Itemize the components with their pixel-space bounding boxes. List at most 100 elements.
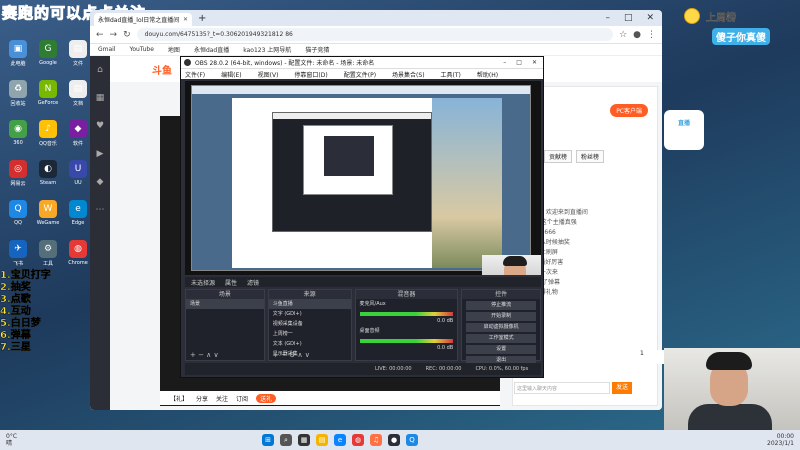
rank-tab[interactable]: 贡献榜	[544, 150, 573, 163]
star-icon[interactable]: ☆	[619, 30, 627, 40]
taskbar-app-icon[interactable]: ⊞	[262, 434, 274, 446]
obs-status-item: CPU: 0.0%, 60.00 fps	[475, 366, 529, 372]
browser-tab[interactable]: 永恒dad直播_lol日常之直播间 ✕	[94, 13, 192, 26]
close-icon[interactable]: ✕	[646, 13, 654, 23]
obs-menu-item[interactable]: 视图(V)	[258, 70, 279, 79]
site-logo[interactable]: 斗鱼	[152, 62, 172, 77]
desktop-icon[interactable]: ♻ 回收站	[4, 80, 32, 112]
obs-menu-item[interactable]: 工具(T)	[441, 70, 461, 79]
weather-widget[interactable]: 0°C 晴	[6, 433, 17, 447]
reload-icon[interactable]: ↻	[123, 30, 131, 40]
bookmark-link[interactable]: 地图	[168, 45, 180, 54]
desktop-app-icon: ◉	[9, 120, 27, 138]
taskbar-app-icon[interactable]: Q	[406, 434, 418, 446]
source-add-icon[interactable]: + − ⚙ ∧ ∨	[273, 351, 310, 359]
desktop-icon[interactable]: Q QQ	[4, 200, 32, 232]
taskbar-app-icon[interactable]: ♫	[370, 434, 382, 446]
rank-tab[interactable]: 粉丝榜	[576, 150, 605, 163]
desktop-icon[interactable]: ♪ QQ音乐	[34, 120, 62, 152]
taskbar-app-icon[interactable]: ▦	[298, 434, 310, 446]
desktop-icon-label: 工具	[42, 261, 53, 267]
desktop-icon[interactable]: U UU	[64, 160, 92, 192]
chat-input[interactable]: 这里输入聊天内容	[514, 382, 610, 394]
maximize-icon[interactable]: □	[624, 13, 633, 23]
room-action[interactable]: 订阅	[236, 394, 248, 403]
obs-toolbar-item[interactable]: 属性	[225, 278, 237, 287]
source-item[interactable]: 视频采集设备	[269, 319, 351, 329]
desktop-icon[interactable]: W WeGame	[34, 200, 62, 232]
back-icon[interactable]: ←	[96, 30, 104, 40]
bookmarks-bar: Gmail YouTube 地图 永恒dad直播 kao123 上网导航 猫子竞猜	[90, 44, 662, 56]
obs-minimize-icon[interactable]: –	[503, 59, 506, 66]
obs-control-button[interactable]: 设置	[466, 345, 536, 354]
desktop-icon-label: 飞书	[12, 261, 23, 267]
desktop-icon[interactable]: e Edge	[64, 200, 92, 232]
desktop-icon[interactable]: ◐ Steam	[34, 160, 62, 192]
bookmark-link[interactable]: 猫子竞猜	[305, 45, 329, 54]
profile-icon[interactable]: ●	[633, 30, 641, 40]
taskbar-app-icon[interactable]: ●	[388, 434, 400, 446]
gift-button[interactable]: 送礼	[256, 393, 277, 403]
taskbar-app-icon[interactable]: ▤	[316, 434, 328, 446]
obs-control-button[interactable]: 开始录制	[466, 312, 536, 321]
obs-toolbar-item[interactable]: 滤镜	[247, 278, 259, 287]
desktop-icon[interactable]: N GeForce	[34, 80, 62, 112]
bookmark-link[interactable]: YouTube	[130, 46, 154, 53]
nav-more-icon[interactable]: ⋯	[90, 196, 110, 224]
mixer-dock-title: 混音器	[355, 290, 458, 299]
source-item[interactable]: 文字 (GDI+)	[269, 309, 351, 319]
obs-control-button[interactable]: 启动虚拟摄像机	[466, 323, 536, 332]
obs-control-button[interactable]: 工作室模式	[466, 334, 536, 343]
desktop-icon[interactable]: ◎ 网易云	[4, 160, 32, 192]
taskbar-clock[interactable]: 00:00 2023/1/1	[767, 433, 794, 447]
nav-follow-icon[interactable]: ♥	[90, 112, 110, 140]
desktop-icon[interactable]: ⚙ 工具	[34, 240, 62, 272]
obs-close-icon[interactable]: ✕	[532, 59, 537, 66]
taskbar-app-icon[interactable]: ◍	[352, 434, 364, 446]
source-item[interactable]: 斗鱼直播	[268, 299, 351, 309]
bookmark-link[interactable]: Gmail	[98, 46, 116, 53]
room-action[interactable]: 关注	[216, 394, 228, 403]
obs-menu-item[interactable]: 配置文件(P)	[344, 70, 376, 79]
obs-preview[interactable]	[185, 81, 541, 275]
nav-video-icon[interactable]: ▶	[90, 140, 110, 168]
desktop-icon[interactable]: ▤ 文档	[64, 80, 92, 112]
bookmark-link[interactable]: 永恒dad直播	[194, 45, 229, 54]
obs-source-toolbar: 未选择源 属性 滤镜	[185, 277, 541, 287]
source-item[interactable]: 文本 (GDI+)	[269, 339, 351, 349]
desktop-icon[interactable]: ✈ 飞书	[4, 240, 32, 272]
source-item[interactable]: 上周榜一	[269, 329, 351, 339]
desktop-icon[interactable]: ▤ 文件	[64, 40, 92, 72]
desktop-icon[interactable]: G Google	[34, 40, 62, 72]
url-input[interactable]: douyu.com/6475135?_t=0.306201949321812 8…	[136, 28, 614, 41]
taskbar-app-icon[interactable]: ⌕	[280, 434, 292, 446]
obs-menu-item[interactable]: 停靠窗口(D)	[294, 70, 327, 79]
scene-item[interactable]: 场景	[186, 299, 264, 309]
nav-game-icon[interactable]: ◆	[90, 168, 110, 196]
scene-add-icon[interactable]: + − ∧ ∨	[190, 351, 219, 359]
bookmark-link[interactable]: kao123 上网导航	[243, 45, 291, 54]
room-action[interactable]: 【礼】	[170, 394, 188, 403]
nav-category-icon[interactable]: ▦	[90, 84, 110, 112]
obs-menu-item[interactable]: 文件(F)	[185, 70, 205, 79]
menu-icon[interactable]: ⋮	[647, 30, 656, 40]
forward-icon[interactable]: →	[110, 30, 118, 40]
obs-maximize-icon[interactable]: □	[516, 59, 522, 66]
minimize-icon[interactable]: –	[605, 13, 610, 23]
desktop-icon[interactable]: ◉ 360	[4, 120, 32, 152]
obs-menu-item[interactable]: 帮助(H)	[477, 70, 498, 79]
tab-close-icon[interactable]: ✕	[183, 16, 188, 23]
obs-menu-item[interactable]: 场景集合(S)	[392, 70, 425, 79]
desktop-icon-label: UU	[74, 180, 82, 186]
new-tab-icon[interactable]: +	[198, 13, 206, 24]
obs-control-button[interactable]: 停止推流	[466, 301, 536, 310]
obs-menu-item[interactable]: 编辑(E)	[221, 70, 241, 79]
desktop-icon[interactable]: ◆ 软件	[64, 120, 92, 152]
room-action[interactable]: 分享	[196, 394, 208, 403]
send-button[interactable]: 发送	[612, 382, 632, 394]
pc-client-button[interactable]: PC客户端	[610, 104, 648, 117]
desktop-icon[interactable]: ◍ Chrome	[64, 240, 92, 272]
taskbar-app-icon[interactable]: e	[334, 434, 346, 446]
nav-home-icon[interactable]: ⌂	[90, 56, 110, 84]
desktop-icon[interactable]: ▣ 此电脑	[4, 40, 32, 72]
